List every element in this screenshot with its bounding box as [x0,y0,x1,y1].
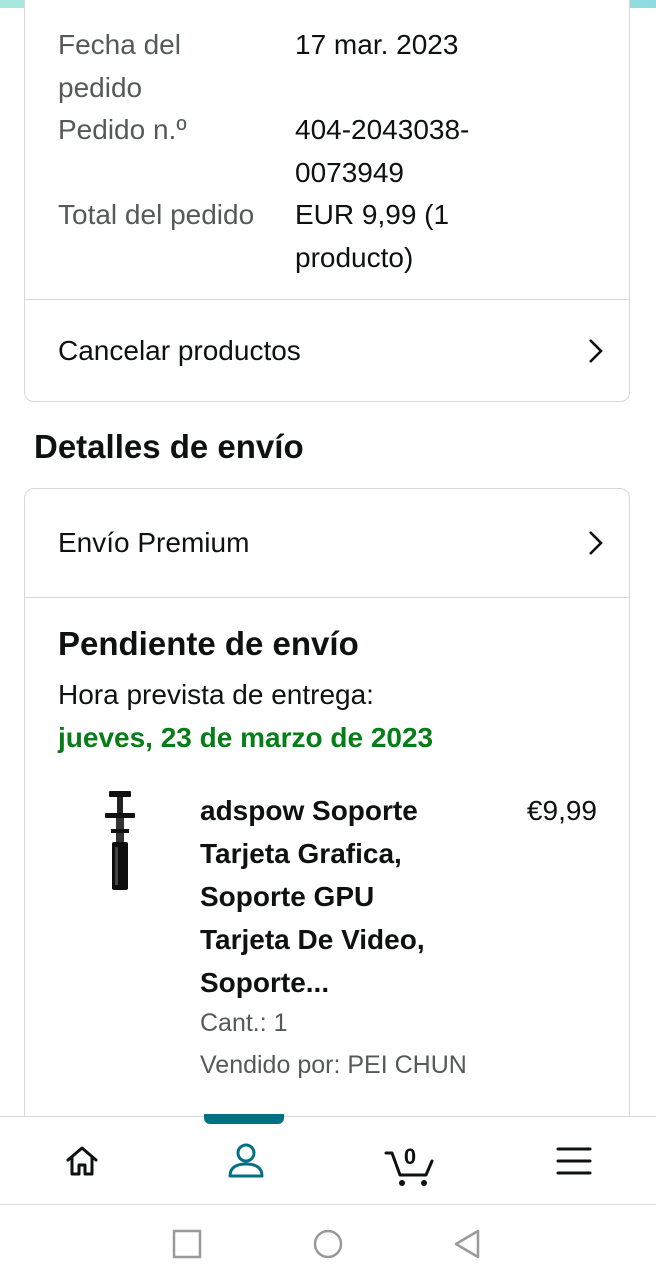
order-number-label: Pedido n.º [58,114,187,145]
shipping-section-title: Detalles de envío [34,428,304,465]
shipping-card: Envío Premium Pendiente de envío Hora pr… [24,488,630,1138]
bottom-nav-bar: 0 [0,1116,656,1204]
product-price: €9,99 [526,795,597,826]
recents-button[interactable] [170,1227,204,1261]
nav-cart[interactable]: 0 [328,1117,492,1205]
cart-count-badge: 0 [403,1144,417,1169]
home-icon [66,1146,98,1176]
system-nav-bar [0,1204,656,1280]
cancel-products-label: Cancelar productos [58,335,301,366]
nav-account[interactable] [164,1117,328,1205]
order-summary-card: Fecha del pedido 17 mar. 2023 Pedido n.º… [24,0,630,402]
nav-home[interactable] [0,1117,164,1205]
product-quantity: Cant.: 1 [200,1009,288,1037]
order-date-label: Fecha del pedido [58,29,181,103]
order-date-value: 17 mar. 2023 [295,29,459,60]
cancel-products-row[interactable]: Cancelar productos [25,301,629,401]
product-title[interactable]: adspow Soporte Tarjeta Grafica, Soporte … [200,789,470,1004]
product-seller: Vendido por: PEI CHUN [200,1051,467,1079]
divider [25,597,629,598]
order-total-value: EUR 9,99 (1 producto) [295,199,450,273]
chevron-right-icon [589,531,603,555]
order-total-label: Total del pedido [58,199,255,230]
shipping-method-label: Envío Premium [58,527,250,558]
shipping-method-row[interactable]: Envío Premium [25,489,629,597]
account-icon [228,1143,264,1178]
product-image[interactable] [95,789,145,899]
eta-date: jueves, 23 de marzo de 2023 [58,722,434,753]
menu-icon [556,1147,592,1175]
active-tab-indicator [204,1114,284,1124]
order-number-value: 404-2043038-0073949 [295,114,470,188]
shipment-status-title: Pendiente de envío [58,625,359,662]
back-button[interactable] [450,1227,484,1261]
eta-label: Hora prevista de entrega: [58,679,374,710]
nav-menu[interactable] [492,1117,656,1205]
chevron-right-icon [589,339,603,363]
divider [25,299,629,300]
home-button[interactable] [311,1227,345,1261]
